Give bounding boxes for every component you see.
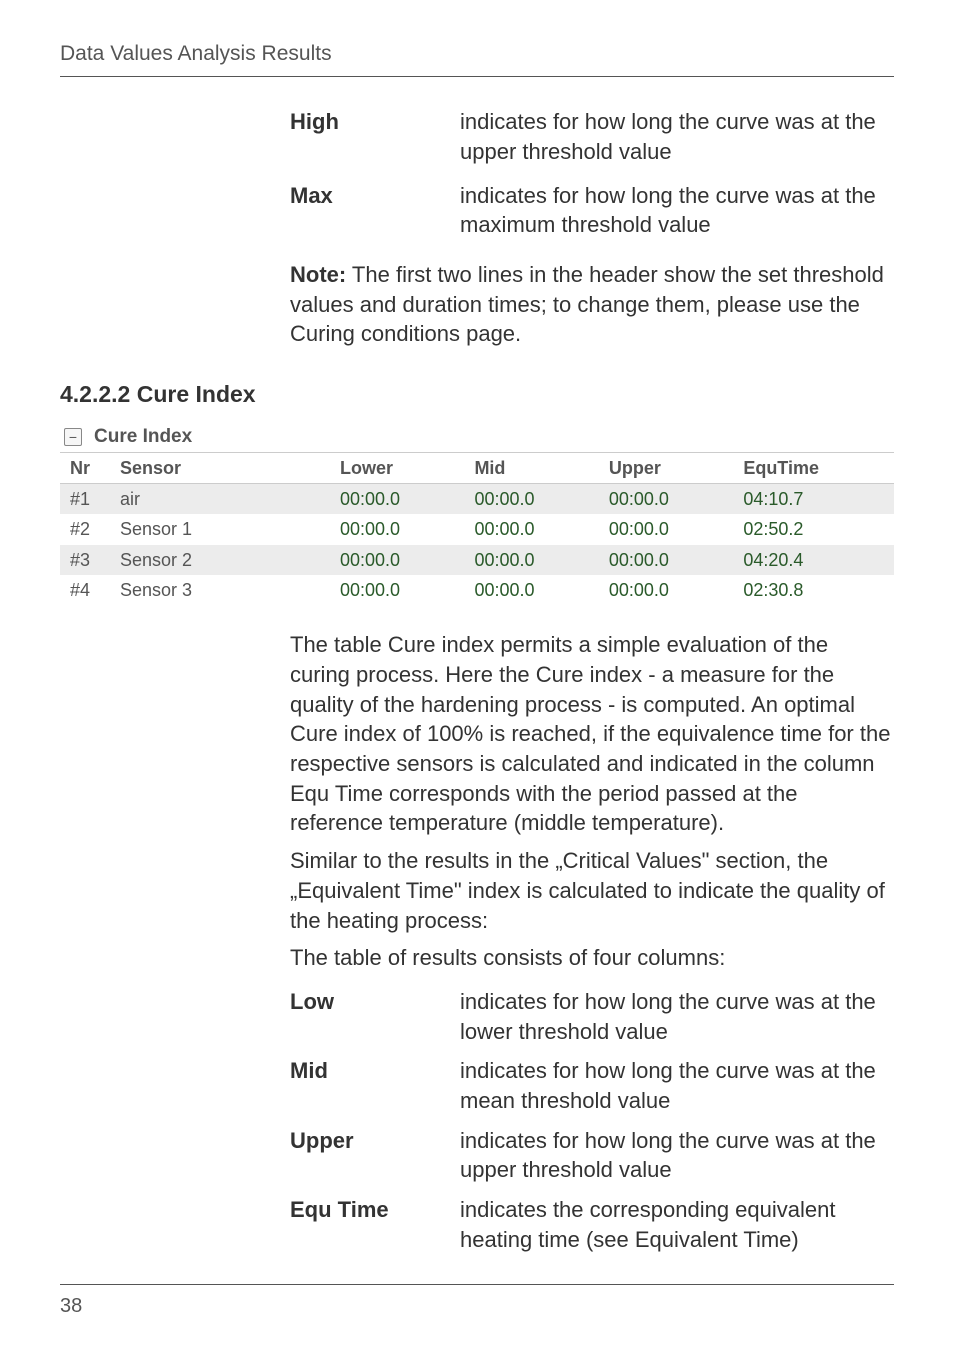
th-lower: Lower	[330, 452, 464, 483]
cell-upper: 00:00.0	[599, 484, 733, 515]
cell-mid: 00:00.0	[464, 484, 598, 515]
cell-upper: 00:00.0	[599, 575, 733, 605]
note-label: Note:	[290, 262, 346, 287]
cell-upper: 00:00.0	[599, 514, 733, 544]
def-term-upper: Upper	[290, 1126, 460, 1185]
cell-lower: 00:00.0	[330, 484, 464, 515]
def-desc-mid: indicates for how long the curve was at …	[460, 1056, 894, 1115]
def-row: Equ Time indicates the corresponding equ…	[290, 1195, 894, 1254]
cell-equtime: 02:50.2	[733, 514, 894, 544]
th-sensor: Sensor	[110, 452, 330, 483]
def-row: Upper indicates for how long the curve w…	[290, 1126, 894, 1185]
th-nr: Nr	[60, 452, 110, 483]
cell-lower: 00:00.0	[330, 575, 464, 605]
cell-nr: #4	[60, 575, 110, 605]
table-header-row: Nr Sensor Lower Mid Upper EquTime	[60, 452, 894, 483]
cure-index-table-wrap: − Cure Index Nr Sensor Lower Mid Upper E…	[60, 424, 894, 605]
cell-mid: 00:00.0	[464, 545, 598, 575]
cell-mid: 00:00.0	[464, 514, 598, 544]
th-equtime: EquTime	[733, 452, 894, 483]
cure-index-title: Cure Index	[94, 424, 192, 450]
page-footer: 38	[60, 1284, 894, 1320]
page-header: Data Values Analysis Results	[60, 40, 894, 77]
def-row: Mid indicates for how long the curve was…	[290, 1056, 894, 1115]
def-desc-equtime: indicates the corresponding equivalent h…	[460, 1195, 894, 1254]
cell-equtime: 02:30.8	[733, 575, 894, 605]
cure-index-title-row: − Cure Index	[60, 424, 894, 452]
page-number: 38	[60, 1295, 82, 1317]
cell-sensor: Sensor 2	[110, 545, 330, 575]
table-row: #2 Sensor 1 00:00.0 00:00.0 00:00.0 02:5…	[60, 514, 894, 544]
def-row: Low indicates for how long the curve was…	[290, 987, 894, 1046]
note-text: The first two lines in the header show t…	[290, 262, 884, 346]
paragraph-2: Similar to the results in the „Critical …	[290, 846, 894, 935]
cell-sensor: Sensor 3	[110, 575, 330, 605]
def-desc-max: indicates for how long the curve was at …	[460, 181, 894, 240]
cell-nr: #2	[60, 514, 110, 544]
cell-nr: #1	[60, 484, 110, 515]
def-term-low: Low	[290, 987, 460, 1046]
note-block: Note: The first two lines in the header …	[290, 260, 894, 349]
paragraph-1: The table Cure index permits a simple ev…	[290, 630, 894, 838]
cell-upper: 00:00.0	[599, 545, 733, 575]
paragraph-3: The table of results consists of four co…	[290, 943, 894, 973]
cell-equtime: 04:20.4	[733, 545, 894, 575]
body-text: The table Cure index permits a simple ev…	[290, 630, 894, 973]
def-term-high: High	[290, 107, 460, 166]
column-definition-list: Low indicates for how long the curve was…	[290, 987, 894, 1255]
def-row: Max indicates for how long the curve was…	[290, 181, 894, 240]
th-mid: Mid	[464, 452, 598, 483]
cell-sensor: Sensor 1	[110, 514, 330, 544]
th-upper: Upper	[599, 452, 733, 483]
def-desc-low: indicates for how long the curve was at …	[460, 987, 894, 1046]
top-definition-list: High indicates for how long the curve wa…	[290, 107, 894, 240]
def-desc-high: indicates for how long the curve was at …	[460, 107, 894, 166]
collapse-toggle-icon[interactable]: −	[64, 428, 82, 446]
table-row: #3 Sensor 2 00:00.0 00:00.0 00:00.0 04:2…	[60, 545, 894, 575]
section-heading: 4.2.2.2 Cure Index	[60, 379, 894, 410]
def-term-max: Max	[290, 181, 460, 240]
cell-equtime: 04:10.7	[733, 484, 894, 515]
cell-lower: 00:00.0	[330, 514, 464, 544]
def-term-equtime: Equ Time	[290, 1195, 460, 1254]
table-row: #1 air 00:00.0 00:00.0 00:00.0 04:10.7	[60, 484, 894, 515]
cell-sensor: air	[110, 484, 330, 515]
cell-lower: 00:00.0	[330, 545, 464, 575]
cell-mid: 00:00.0	[464, 575, 598, 605]
def-term-mid: Mid	[290, 1056, 460, 1115]
table-row: #4 Sensor 3 00:00.0 00:00.0 00:00.0 02:3…	[60, 575, 894, 605]
cell-nr: #3	[60, 545, 110, 575]
def-desc-upper: indicates for how long the curve was at …	[460, 1126, 894, 1185]
cure-index-table: Nr Sensor Lower Mid Upper EquTime #1 air…	[60, 452, 894, 605]
def-row: High indicates for how long the curve wa…	[290, 107, 894, 166]
